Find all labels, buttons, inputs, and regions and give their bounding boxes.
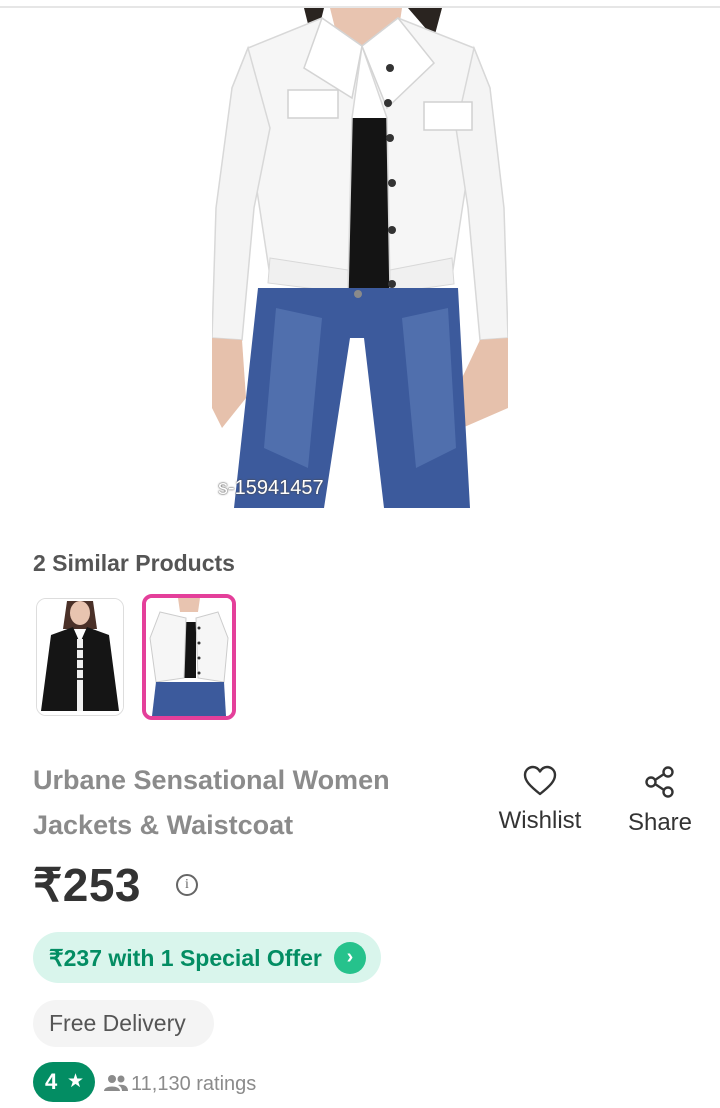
image-watermark-code: s-15941457	[218, 477, 324, 499]
product-title: Urbane Sensational Women Jackets & Waist…	[33, 765, 390, 840]
special-offer-text: ₹237 with 1 Special Offer	[49, 945, 322, 971]
wishlist-button[interactable]: Wishlist	[492, 765, 588, 835]
chevron-right-icon: ›	[334, 942, 366, 974]
product-price: ₹253	[33, 859, 142, 911]
info-icon[interactable]: i	[176, 874, 198, 896]
share-icon	[645, 766, 674, 798]
similar-products-title: 2 Similar Products	[33, 550, 235, 576]
special-offer-pill[interactable]: ₹237 with 1 Special Offer ›	[33, 932, 381, 983]
similar-product-thumb-black[interactable]	[36, 598, 124, 716]
similar-product-thumb-white-selected[interactable]	[142, 594, 236, 720]
rating-value: 4	[45, 1069, 58, 1094]
free-delivery-badge: Free Delivery	[33, 1000, 214, 1047]
share-button[interactable]: Share	[620, 765, 700, 837]
heart-icon	[523, 765, 557, 796]
people-icon	[104, 1075, 128, 1091]
share-label: Share	[627, 809, 693, 836]
ratings-count[interactable]: 11,130 ratings	[131, 1073, 256, 1096]
rating-badge[interactable]: 4 ★	[33, 1062, 95, 1102]
star-icon: ★	[67, 1071, 85, 1092]
free-delivery-label: Free Delivery	[49, 1010, 186, 1036]
product-image[interactable]: s-15941457	[212, 8, 508, 508]
wishlist-label: Wishlist	[498, 807, 582, 834]
